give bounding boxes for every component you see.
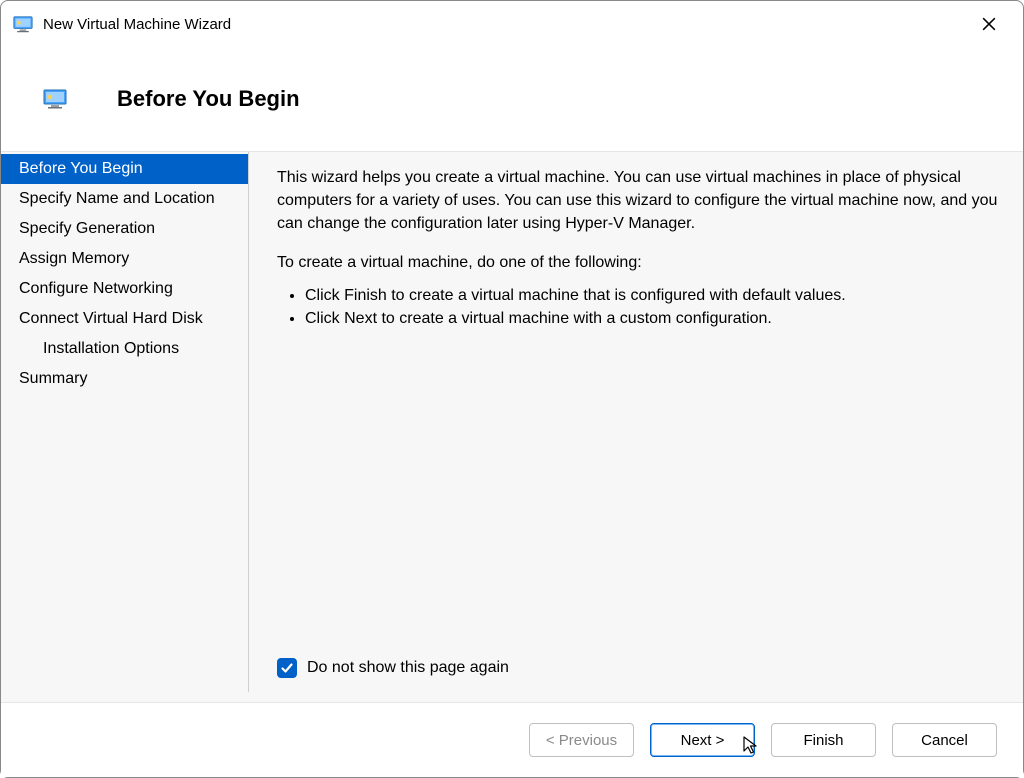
step-label: Connect Virtual Hard Disk: [19, 310, 203, 327]
step-label: Specify Name and Location: [19, 190, 215, 207]
previous-button: < Previous: [529, 723, 634, 757]
step-label: Assign Memory: [19, 250, 129, 267]
step-item[interactable]: Installation Options: [1, 334, 248, 364]
step-label: Configure Networking: [19, 280, 173, 297]
checkmark-icon: [280, 661, 294, 675]
close-button[interactable]: [967, 9, 1011, 39]
lead-text: To create a virtual machine, do one of t…: [277, 254, 999, 272]
cancel-button[interactable]: Cancel: [892, 723, 997, 757]
wizard-window: New Virtual Machine Wizard Before You Be…: [0, 0, 1024, 778]
content-pane: This wizard helps you create a virtual m…: [249, 152, 1023, 702]
titlebar: New Virtual Machine Wizard: [1, 1, 1023, 47]
step-list: Before You Begin Specify Name and Locatio…: [1, 152, 249, 692]
finish-button[interactable]: Finish: [771, 723, 876, 757]
wizard-body: Before You Begin Specify Name and Locatio…: [1, 151, 1023, 703]
bullet-item: Click Next to create a virtual machine w…: [305, 307, 999, 330]
step-label: Summary: [19, 370, 87, 387]
wizard-header: Before You Begin: [1, 47, 1023, 151]
page-title: Before You Begin: [117, 86, 300, 112]
window-title: New Virtual Machine Wizard: [43, 16, 231, 33]
step-item[interactable]: Specify Generation: [1, 214, 248, 244]
close-icon: [982, 17, 996, 31]
button-bar: < Previous Next > Finish Cancel: [1, 703, 1023, 777]
bullet-item: Click Finish to create a virtual machine…: [305, 284, 999, 307]
step-item[interactable]: Connect Virtual Hard Disk: [1, 304, 248, 334]
step-item[interactable]: Configure Networking: [1, 274, 248, 304]
checkbox-box: [277, 658, 297, 678]
intro-text: This wizard helps you create a virtual m…: [277, 166, 999, 236]
step-item[interactable]: Assign Memory: [1, 244, 248, 274]
step-item[interactable]: Summary: [1, 364, 248, 394]
step-item[interactable]: Specify Name and Location: [1, 184, 248, 214]
step-label: Specify Generation: [19, 220, 155, 237]
dont-show-checkbox[interactable]: Do not show this page again: [277, 658, 999, 678]
app-icon: [13, 16, 33, 32]
bullet-list: Click Finish to create a virtual machine…: [277, 284, 999, 330]
wizard-icon: [43, 89, 67, 109]
dont-show-label: Do not show this page again: [307, 659, 509, 677]
step-label: Before You Begin: [19, 160, 143, 177]
next-button[interactable]: Next >: [650, 723, 755, 757]
step-label: Installation Options: [43, 340, 179, 357]
step-item[interactable]: Before You Begin: [1, 154, 248, 184]
